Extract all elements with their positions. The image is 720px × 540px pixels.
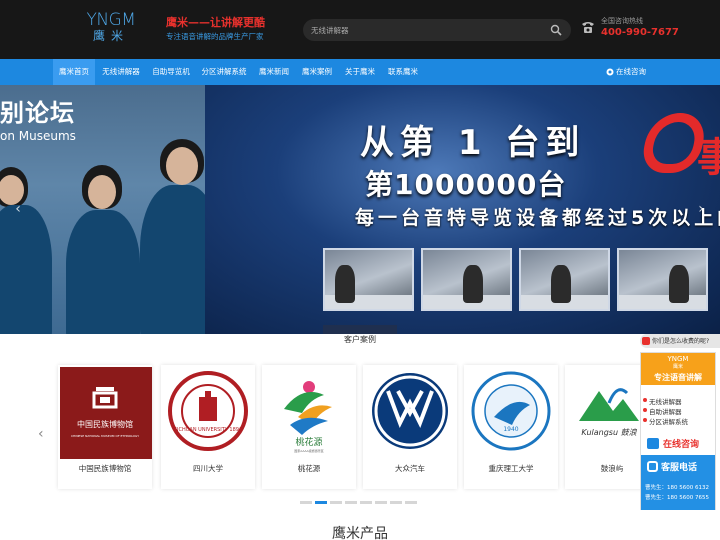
side-consult-label: 在线咨询 — [663, 440, 700, 450]
chat-icon — [647, 438, 659, 449]
case-name: 中国民族博物馆 — [78, 464, 132, 473]
factory-photo — [421, 248, 512, 311]
side-hotline-title: 客服电话 — [661, 463, 698, 473]
person-body — [140, 185, 205, 334]
nav-item-contact[interactable]: 联系鹰米 — [383, 59, 423, 85]
banner-headline-2: 第1000000台 — [365, 168, 567, 201]
banner-headline-3: 每一台音特导览设备都经过5次以上的 — [355, 207, 720, 229]
logo-chinese: 鹰米 — [92, 29, 129, 43]
side-panel-title: 专注语音讲解 — [654, 373, 702, 382]
side-phone-number[interactable]: 曹先生：180 5600 6132 — [645, 483, 709, 491]
banner-red-text: 事 — [697, 135, 720, 181]
banner-next-arrow[interactable]: › — [695, 200, 707, 218]
case-card[interactable]: 1940 重庆理工大学 — [464, 365, 558, 489]
nav-item-guide[interactable]: 自助导览机 — [147, 59, 195, 85]
museum-logo-sub: CHINESE NATIONAL MUSEUM OF ETHNOLOGY — [71, 434, 139, 438]
search-bar — [303, 19, 571, 41]
museum-logo-text: 中国民族博物馆 — [77, 419, 133, 429]
museum-logo: 中国民族博物馆 CHINESE NATIONAL MUSEUM OF ETHNO… — [60, 367, 152, 459]
case-card[interactable]: SICHUAN UNIVERSITY 1896 四川大学 — [161, 365, 255, 489]
nav-item-about[interactable]: 关于鹰米 — [340, 59, 380, 85]
brand-logo[interactable]: YNGM 鹰米 — [82, 10, 140, 44]
factory-photo — [323, 248, 414, 311]
case-card[interactable]: 桃花源 国家AAAA级旅游景区 桃花源 — [262, 365, 356, 489]
peach-blossom-logo-sub: 国家AAAA级旅游景区 — [294, 448, 323, 453]
forum-subtitle: on Museums — [0, 129, 76, 143]
nav-item-cases[interactable]: 鹰米案例 — [297, 59, 337, 85]
products-section-title: 鹰米产品 — [332, 526, 388, 540]
slogan: 鹰米——让讲解更酷 专注语音讲解的品牌生产厂家 — [166, 16, 265, 44]
kulangsu-logo-text: Kulangsu 鼓浪 — [581, 428, 637, 437]
phone-icon — [582, 22, 594, 33]
logo-english: YNGM — [86, 10, 136, 30]
banner-headline-1: 从第 1 台到 — [360, 123, 586, 163]
cqut-logo: 1940 — [471, 371, 551, 451]
nav-item-wireless[interactable]: 无线讲解器 — [97, 59, 145, 85]
case-name: 重庆理工大学 — [488, 464, 534, 473]
factory-photo — [617, 248, 708, 311]
side-contact-panel: YNGM 鹰米 专注语音讲解 无线讲解器 自助讲解器 分区讲解系统 在线咨询 客… — [640, 352, 716, 510]
nav-consult[interactable]: 在线咨询 — [606, 59, 646, 85]
nav-consult-label: 在线咨询 — [616, 67, 646, 76]
forum-title: 别论坛 — [0, 99, 75, 127]
hotline-number[interactable]: 400-990-7677 — [601, 27, 679, 38]
volkswagen-logo — [372, 373, 448, 449]
pagination-dot[interactable] — [345, 501, 357, 504]
case-card[interactable]: 大众汽车 — [363, 365, 457, 489]
site-header: YNGM 鹰米 鹰米——让讲解更酷 专注语音讲解的品牌生产厂家 全国咨询热线 4… — [0, 0, 720, 59]
pagination-dot[interactable] — [300, 501, 312, 504]
chat-icon — [606, 68, 614, 76]
person-face — [166, 147, 198, 185]
pagination-dot[interactable] — [405, 501, 417, 504]
side-chat-bubble[interactable]: 你们是怎么收费的呢? — [640, 334, 720, 348]
case-name: 四川大学 — [193, 464, 223, 473]
nav-item-zone[interactable]: 分区讲解系统 — [197, 59, 251, 85]
side-panel-header: YNGM 鹰米 专注语音讲解 — [641, 353, 715, 385]
pagination-dot-active[interactable] — [315, 501, 327, 504]
slogan-main: 鹰米——让讲解更酷 — [166, 16, 265, 29]
person-body — [66, 210, 140, 334]
side-hotline: 客服电话 曹先生：180 5600 6132 曹先生：180 5600 7655 — [641, 455, 715, 510]
university-seal-logo: SICHUAN UNIVERSITY 1896 — [168, 371, 248, 451]
university-seal-sub: SICHUAN UNIVERSITY 1896 — [174, 427, 242, 433]
headset-icon — [647, 461, 658, 472]
hero-banner: 别论坛 on Museums ‹ 从第 1 台到 第1000000台 每一台音特… — [0, 85, 720, 334]
pagination-dot[interactable] — [360, 501, 372, 504]
case-name: 桃花源 — [297, 464, 321, 473]
hotline-label: 全国咨询热线 — [601, 17, 643, 25]
side-list-item[interactable]: 无线讲解器 — [643, 396, 682, 406]
nav-item-home[interactable]: 鹰米首页 — [53, 59, 95, 85]
search-icon[interactable] — [550, 24, 562, 36]
side-consult-button[interactable]: 在线咨询 — [641, 435, 715, 453]
side-list-item[interactable]: 自助讲解器 — [643, 406, 682, 416]
peach-blossom-logo: 桃花源 国家AAAA级旅游景区 — [284, 381, 332, 453]
chat-bubble-icon — [642, 337, 650, 345]
side-chat-text: 你们是怎么收费的呢? — [652, 338, 710, 345]
nav-item-news[interactable]: 鹰米新闻 — [254, 59, 294, 85]
person-body — [0, 205, 52, 334]
main-nav: 鹰米首页 无线讲解器 自助导览机 分区讲解系统 鹰米新闻 鹰米案例 关于鹰米 联… — [0, 59, 720, 85]
side-logo-en: YNGM — [667, 355, 689, 363]
peach-blossom-logo-text: 桃花源 — [295, 436, 322, 448]
banner-prev-arrow[interactable]: ‹ — [12, 200, 24, 218]
cases-prev-arrow[interactable]: ‹ — [38, 426, 48, 442]
side-phone-number[interactable]: 曹先生：180 5600 7655 — [645, 493, 709, 501]
search-input[interactable] — [311, 22, 541, 38]
cases-tab[interactable]: 客户案例 — [325, 334, 395, 346]
cqut-logo-year: 1940 — [503, 426, 518, 433]
case-name: 大众汽车 — [395, 464, 425, 473]
side-logo-cn: 鹰米 — [672, 364, 683, 370]
banner-photo-left: 别论坛 on Museums ‹ — [0, 85, 205, 334]
pagination-dot[interactable] — [375, 501, 387, 504]
cases-tab-bar — [323, 325, 397, 334]
side-list-item[interactable]: 分区讲解系统 — [643, 416, 688, 426]
banner-slide: 从第 1 台到 第1000000台 每一台音特导览设备都经过5次以上的 事 › — [205, 85, 720, 334]
case-card[interactable]: 中国民族博物馆 CHINESE NATIONAL MUSEUM OF ETHNO… — [58, 365, 152, 489]
person-face — [88, 175, 116, 209]
pagination-dot[interactable] — [390, 501, 402, 504]
pagination-dot[interactable] — [330, 501, 342, 504]
slogan-sub: 专注语音讲解的品牌生产厂家 — [166, 32, 264, 41]
factory-photo — [519, 248, 610, 311]
